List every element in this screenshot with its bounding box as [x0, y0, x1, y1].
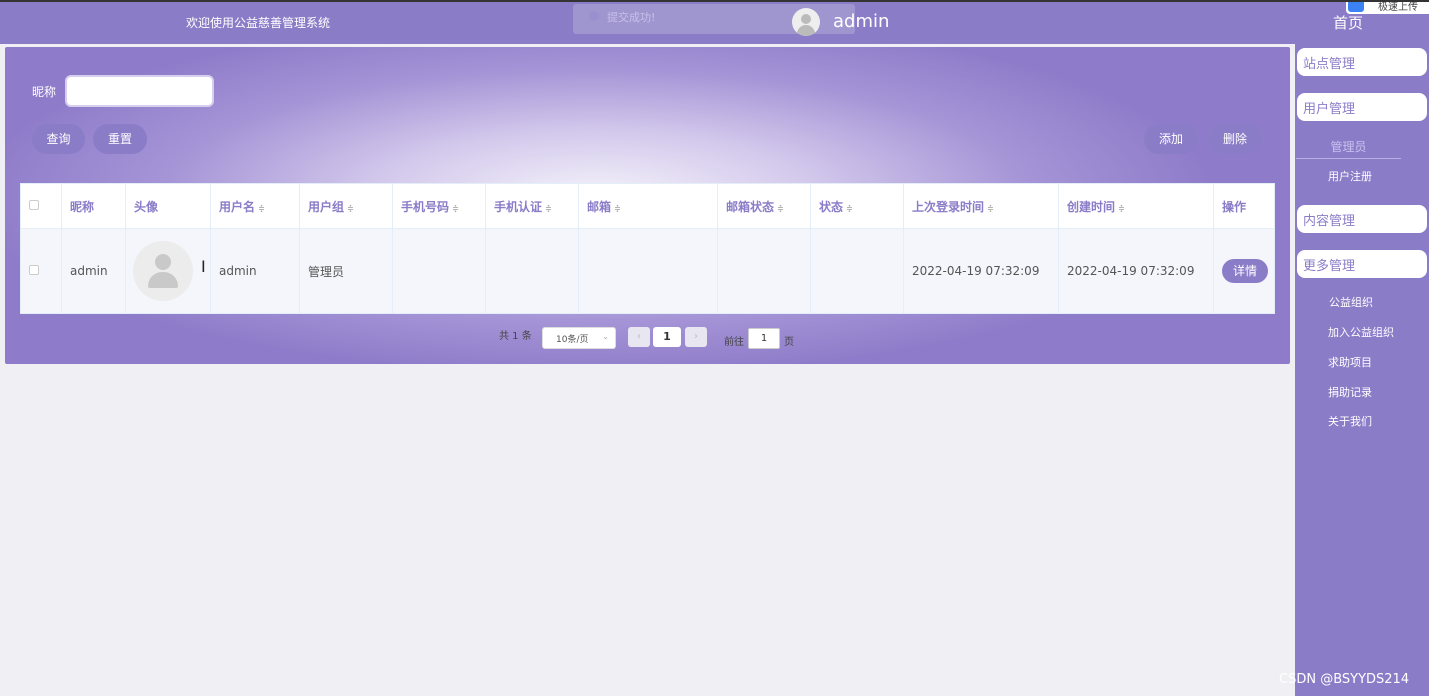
sort-icon[interactable]: ≑ [347, 204, 354, 213]
nickname-cell: admin [61, 228, 126, 314]
email-cell [578, 228, 718, 314]
column-header[interactable]: 手机认证 ≑ [485, 183, 579, 229]
sort-icon[interactable]: ≑ [987, 204, 994, 213]
last-login-cell: 2022-04-19 07:32:09 [903, 228, 1059, 314]
goto-page-input[interactable]: 1 [748, 328, 780, 349]
query-button[interactable]: 查询 [32, 124, 85, 154]
watermark: CSDN @BSYYDS214 [1279, 672, 1410, 687]
email-status-cell [717, 228, 811, 314]
column-header[interactable]: 状态 ≑ [810, 183, 904, 229]
delete-button[interactable]: 删除 [1208, 124, 1262, 154]
phone-verified-cell [485, 228, 579, 314]
detail-button[interactable]: 详情 [1222, 259, 1268, 283]
sidebar-item-users[interactable]: 用户管理 [1297, 93, 1427, 121]
group-cell: 管理员 [299, 228, 393, 314]
username-cell: admin [210, 228, 300, 314]
column-header[interactable]: 邮箱状态 ≑ [717, 183, 811, 229]
goto-suffix: 页 [784, 337, 794, 348]
text-cursor-icon: I [201, 257, 206, 276]
created-cell: 2022-04-19 07:32:09 [1058, 228, 1214, 314]
column-header[interactable]: 创建时间 ≑ [1058, 183, 1214, 229]
sort-icon[interactable]: ≑ [258, 204, 265, 213]
sidebar-item-more[interactable]: 更多管理 [1297, 250, 1427, 278]
sidebar-subitem-user-register[interactable]: 用户注册 [1328, 168, 1372, 184]
action-cell: 详情 [1213, 228, 1275, 314]
toast-message: 提交成功! [607, 11, 656, 24]
sort-icon[interactable]: ≑ [1118, 204, 1125, 213]
sidebar-subitem-about[interactable]: 关于我们 [1328, 413, 1372, 429]
status-cell [810, 228, 904, 314]
sidebar-item-site[interactable]: 站点管理 [1297, 48, 1427, 76]
column-header[interactable]: 邮箱 ≑ [578, 183, 718, 229]
avatar-head [155, 254, 171, 270]
sidebar-item-content[interactable]: 内容管理 [1297, 205, 1427, 233]
table-header-row: 昵称 头像 用户名 ≑ 用户组 ≑ 手机号码 ≑ 手机认证 ≑ 邮箱 ≑ 邮箱状态 ≑ 状态… [20, 183, 1275, 229]
row-select-cell[interactable] [20, 228, 62, 314]
avatar [133, 241, 193, 301]
user-avatar-body [797, 25, 815, 36]
add-button[interactable]: 添加 [1144, 124, 1198, 154]
row-checkbox[interactable] [29, 265, 39, 275]
site-title: 欢迎使用公益慈善管理系统 [186, 16, 331, 30]
page-number[interactable]: 1 [653, 327, 681, 347]
sort-icon[interactable]: ≑ [614, 204, 621, 213]
sort-icon[interactable]: ≑ [452, 204, 459, 213]
nickname-search-input[interactable] [65, 75, 214, 107]
column-header: 头像 [125, 183, 211, 229]
sort-icon[interactable]: ≑ [777, 204, 784, 213]
next-page-button[interactable]: › [685, 327, 707, 347]
upload-badge[interactable]: 极速上传 [1346, 2, 1429, 14]
page-size-select[interactable]: 10条/页 ⌄ [542, 327, 616, 349]
reset-button[interactable]: 重置 [93, 124, 147, 154]
phone-cell [392, 228, 486, 314]
success-icon [589, 11, 599, 21]
column-header[interactable]: 用户名 ≑ [210, 183, 300, 229]
column-header: 操作 [1213, 183, 1275, 229]
sort-icon[interactable]: ≑ [846, 204, 853, 213]
upload-badge-label: 极速上传 [1378, 2, 1418, 13]
home-link[interactable]: 首页 [1333, 12, 1363, 33]
user-avatar[interactable] [792, 8, 820, 36]
sidebar-subitem-org[interactable]: 公益组织 [1329, 294, 1373, 310]
sort-icon[interactable]: ≑ [545, 204, 552, 213]
user-table: 昵称 头像 用户名 ≑ 用户组 ≑ 手机号码 ≑ 手机认证 ≑ 邮箱 ≑ 邮箱状态 ≑ 状态… [20, 183, 1275, 314]
column-header[interactable]: 用户组 ≑ [299, 183, 393, 229]
top-bar: 欢迎使用公益慈善管理系统 提交成功! admin 首页 极速上传 [0, 0, 1429, 44]
prev-page-button[interactable]: ‹ [628, 327, 650, 347]
sidebar-subitem-admin[interactable]: 管理员 [1296, 135, 1401, 159]
pagination-total: 共 1 条 [499, 331, 532, 342]
avatar-body [148, 272, 178, 288]
goto-prefix: 前往 [724, 337, 744, 348]
column-header: 昵称 [61, 183, 126, 229]
sidebar-subitem-help-projects[interactable]: 求助项目 [1328, 354, 1372, 370]
column-header[interactable]: 手机号码 ≑ [392, 183, 486, 229]
nickname-search-label: 昵称 [32, 85, 57, 99]
upload-logo-icon [1348, 2, 1364, 12]
page-size-value: 10条/页 [556, 335, 589, 345]
select-all-checkbox[interactable] [29, 200, 39, 210]
current-user-name[interactable]: admin [833, 11, 889, 32]
user-avatar-head [801, 14, 811, 24]
sidebar-subitem-join-org[interactable]: 加入公益组织 [1328, 324, 1394, 340]
chevron-down-icon: ⌄ [602, 332, 609, 341]
column-header[interactable]: 上次登录时间 ≑ [903, 183, 1059, 229]
avatar-cell [125, 228, 211, 314]
sidebar-subitem-donations[interactable]: 捐助记录 [1328, 384, 1372, 400]
select-all-cell[interactable] [20, 183, 62, 229]
table-row: admin admin 管理员 2022-04-19 07:32:09 2022… [20, 228, 1275, 314]
